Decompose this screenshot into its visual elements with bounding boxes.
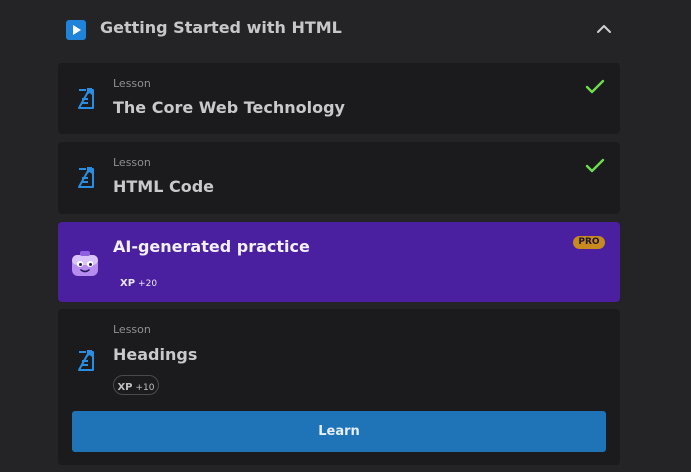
- lesson-card-headings[interactable]: Lesson Headings XP +10 Learn: [58, 309, 620, 465]
- lesson-card-html-code[interactable]: Lesson HTML Code: [58, 142, 620, 214]
- xp-value: +20: [138, 279, 158, 289]
- section-title: Getting Started with HTML: [100, 18, 342, 37]
- learn-button[interactable]: Learn: [72, 411, 606, 452]
- xp-tag: XP: [120, 278, 136, 289]
- xp-reward-pill: XP +10: [113, 375, 159, 395]
- lesson-title: Headings: [113, 345, 198, 364]
- robot-mascot-icon: [70, 250, 100, 278]
- xp-reward: XP +20: [120, 271, 157, 290]
- play-icon: [66, 20, 86, 40]
- lesson-document-icon: [76, 87, 96, 111]
- lesson-card-core-web-technology[interactable]: Lesson The Core Web Technology: [58, 63, 620, 134]
- lesson-type-label: Lesson: [113, 77, 151, 90]
- lesson-type-label: Lesson: [113, 323, 151, 336]
- checkmark-icon: [584, 78, 606, 96]
- lesson-document-icon: [76, 349, 96, 373]
- course-section: Getting Started with HTML Lesson The Cor…: [0, 0, 691, 472]
- lesson-type-label: Lesson: [113, 156, 151, 169]
- ai-practice-card[interactable]: AI-generated practice PRO XP +20: [58, 222, 620, 302]
- practice-title: AI-generated practice: [113, 237, 310, 256]
- section-header[interactable]: Getting Started with HTML: [58, 12, 620, 50]
- pro-badge: PRO: [573, 236, 605, 249]
- chevron-up-icon[interactable]: [594, 20, 614, 38]
- lesson-document-icon: [76, 166, 96, 190]
- lesson-title: HTML Code: [113, 177, 215, 196]
- xp-tag: XP: [117, 382, 133, 393]
- checkmark-icon: [584, 157, 606, 175]
- xp-value: +10: [135, 383, 155, 393]
- lesson-title: The Core Web Technology: [113, 98, 345, 117]
